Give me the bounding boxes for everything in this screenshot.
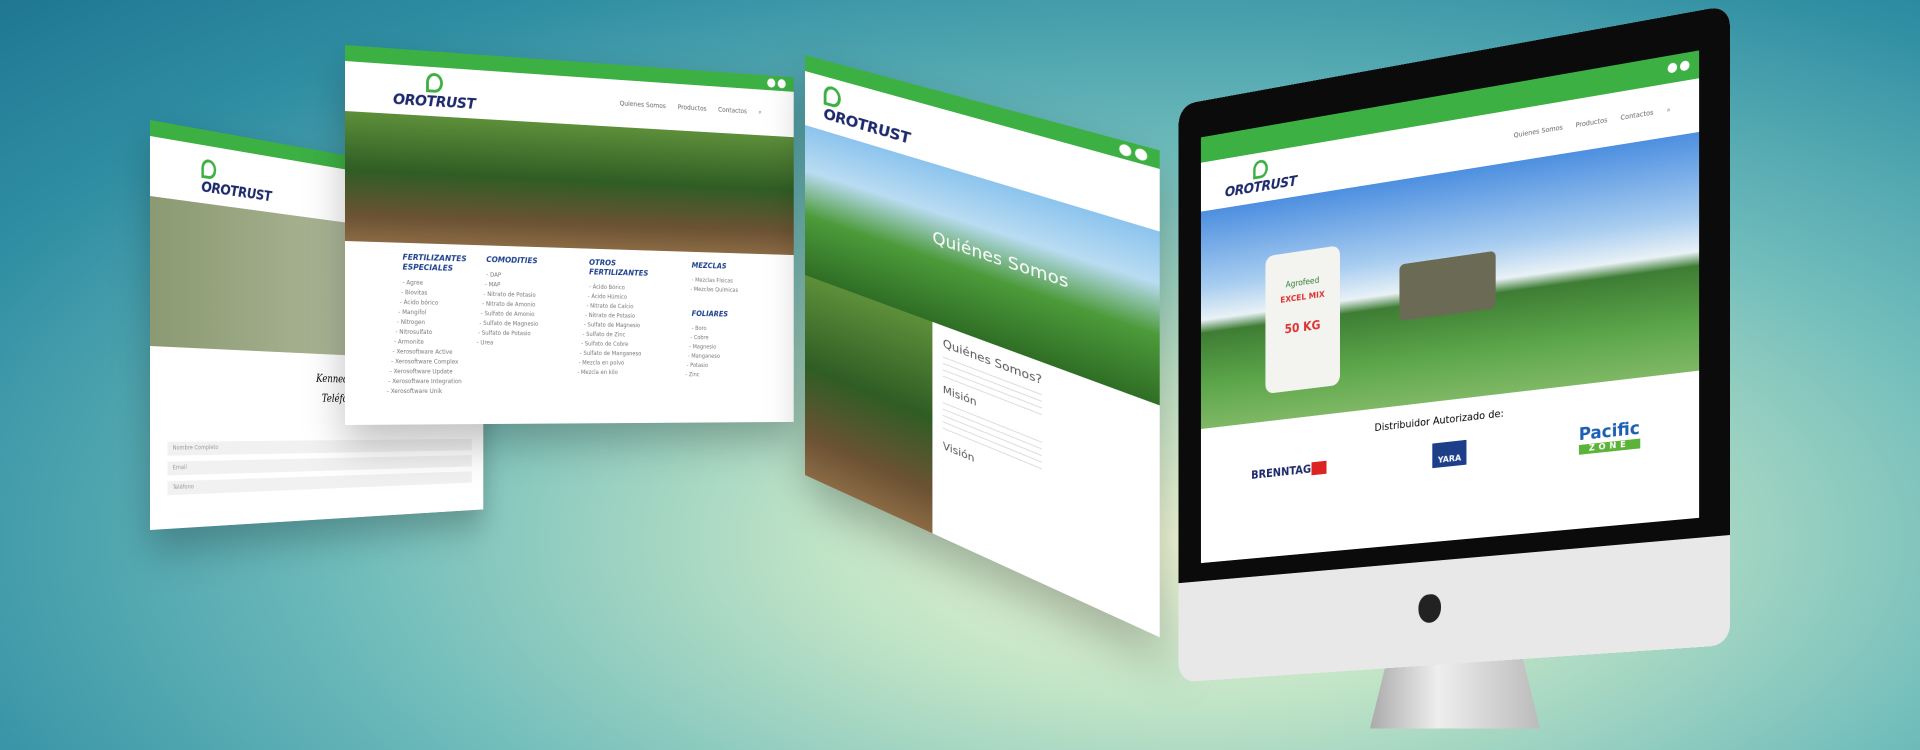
- imac-monitor: OROTRUST Quienes Somos Productos Contactos…: [1100, 5, 1730, 745]
- yara-logo[interactable]: YARA: [1433, 439, 1467, 467]
- brenntag-logo[interactable]: BRENNTAG: [1251, 460, 1326, 481]
- banana-plantation-photo: [345, 111, 794, 255]
- logo: OROTRUST: [393, 70, 475, 113]
- pacific-zone-logo[interactable]: Pacific ZONE: [1579, 418, 1640, 455]
- monitor-screen: OROTRUST Quienes Somos Productos Contactos…: [1201, 50, 1699, 563]
- name-input[interactable]: Nombre Completo: [167, 439, 471, 456]
- menu-item[interactable]: - Urea: [477, 339, 576, 350]
- menu-item[interactable]: - Potasio: [687, 361, 758, 371]
- search-icon[interactable]: ⌕: [1667, 105, 1671, 115]
- nav-contactos[interactable]: Contactos: [1621, 108, 1654, 122]
- twitter-icon[interactable]: [778, 79, 786, 89]
- twitter-icon[interactable]: [1680, 60, 1690, 72]
- menu-item[interactable]: - Manganeso: [688, 352, 758, 362]
- logo: OROTRUST: [1225, 154, 1297, 201]
- apple-logo-icon: [1418, 593, 1441, 623]
- menu-item[interactable]: - Xerosoftware Update: [390, 367, 477, 377]
- hero-title: Quiénes Somos: [932, 227, 1068, 293]
- menu-item[interactable]: - Xerosoftware Active: [393, 347, 478, 358]
- nav-quienes-somos[interactable]: Quienes Somos: [1514, 123, 1563, 140]
- menu-item[interactable]: - Xerosoftware Unik: [387, 387, 477, 397]
- phone-input[interactable]: Teléfono: [167, 471, 471, 495]
- menu-item[interactable]: - Zinc: [685, 371, 757, 380]
- monitor-body: OROTRUST Quienes Somos Productos Contactos…: [1179, 5, 1730, 682]
- logo-leaf-icon: [426, 72, 443, 93]
- nav-productos[interactable]: Productos: [1576, 116, 1608, 130]
- fertilizer-bag: Agrofeed EXCEL MIX 50 KG: [1265, 245, 1340, 394]
- menu-column: FERTILIZANTES ESPECIALES - Agree - Biovita…: [403, 253, 478, 397]
- menu-item[interactable]: - Xerosoftware Complex: [391, 357, 477, 367]
- nav-quienes-somos[interactable]: Quienes Somos: [620, 99, 666, 110]
- menu-item[interactable]: - Mezclas Químicas: [690, 285, 757, 296]
- menu-item[interactable]: - Mezcla en kilo: [577, 368, 675, 378]
- menu-item[interactable]: - Xerosoftware Integration: [388, 377, 477, 387]
- nav-contactos[interactable]: Contactos: [718, 106, 747, 116]
- logo-leaf-icon: [201, 158, 216, 180]
- products-menu: FERTILIZANTES ESPECIALES - Agree - Biovita…: [345, 241, 794, 425]
- tractor: [1399, 251, 1495, 321]
- menu-column: OTROS FERTILIZANTES - Ácido Bórico - Ácido…: [589, 258, 675, 378]
- menu-column: MEZCLAS - Mezclas Físicas - Mezclas Químic…: [692, 261, 758, 380]
- search-icon[interactable]: ⌕: [758, 108, 761, 116]
- products-menu-page-mockup: OROTRUST Quienes Somos Productos Contactos…: [345, 45, 794, 425]
- menu-column: COMODITIES - DAP - MAP - Nitrato de Potasio…: [486, 255, 576, 349]
- facebook-icon[interactable]: [1668, 62, 1678, 74]
- menu-item[interactable]: - Mezcla en polvo: [579, 359, 675, 369]
- facebook-icon[interactable]: [767, 78, 775, 88]
- nav-productos[interactable]: Productos: [678, 103, 707, 113]
